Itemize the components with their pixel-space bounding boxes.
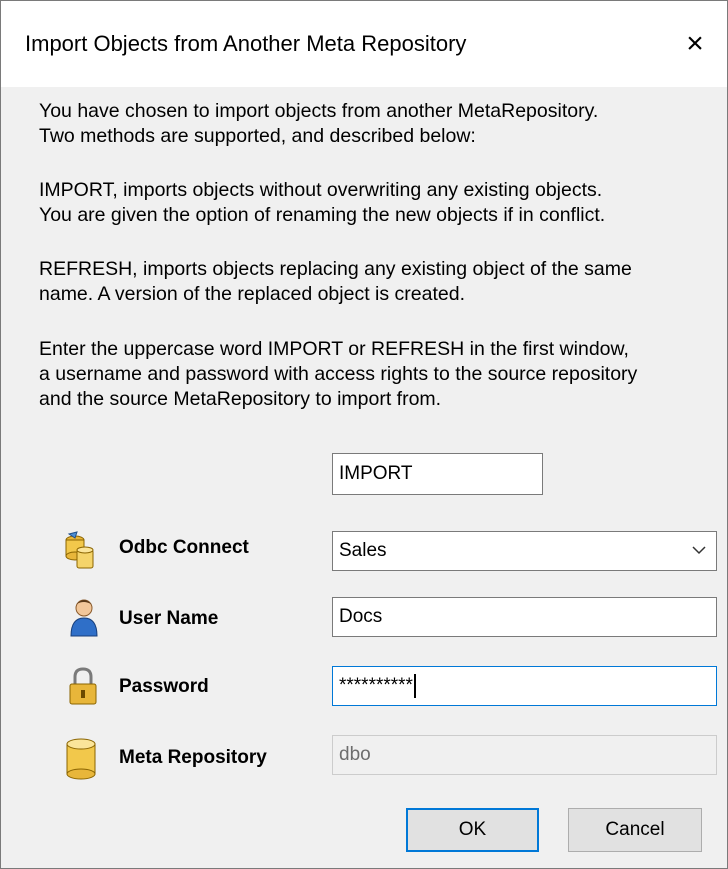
description-line: name. A version of the replaced object i… [39, 283, 466, 305]
lock-icon [69, 667, 97, 705]
password-value: ********** [339, 675, 413, 696]
description-line: IMPORT, imports objects without overwrit… [39, 179, 603, 201]
description-line: and the source MetaRepository to import … [39, 388, 442, 410]
meta-repository-label: Meta Repository [119, 747, 267, 768]
password-label: Password [119, 676, 209, 697]
import-dialog: Import Objects from Another Meta Reposit… [0, 0, 728, 869]
database-connect-icon [65, 531, 94, 569]
description-line: REFRESH, imports objects replacing any e… [39, 258, 632, 280]
odbc-connect-label: Odbc Connect [119, 537, 249, 558]
close-button[interactable]: × [667, 19, 723, 69]
description-line: You have chosen to import objects from a… [39, 100, 599, 122]
cancel-button[interactable]: Cancel [568, 808, 702, 852]
dialog-title: Import Objects from Another Meta Reposit… [25, 31, 467, 56]
meta-repository-input[interactable]: dbo [332, 735, 717, 775]
password-input[interactable]: ********** [332, 666, 717, 706]
database-icon [66, 738, 96, 780]
close-icon: × [686, 27, 704, 60]
odbc-connect-select[interactable]: Sales [332, 531, 717, 571]
title-bar: Import Objects from Another Meta Reposit… [1, 1, 727, 87]
mode-input[interactable]: IMPORT [332, 453, 543, 495]
user-name-input[interactable]: Docs [332, 597, 717, 637]
description-line: Enter the uppercase word IMPORT or REFRE… [39, 338, 629, 360]
description-line: Two methods are supported, and described… [39, 125, 476, 147]
text-cursor [413, 674, 416, 698]
user-icon [70, 599, 98, 637]
description-line: You are given the option of renaming the… [39, 204, 606, 226]
user-name-label: User Name [119, 608, 219, 629]
description-line: a username and password with access righ… [39, 363, 638, 385]
mode-input-value: IMPORT [339, 463, 413, 484]
odbc-connect-value: Sales [339, 540, 387, 561]
user-name-value: Docs [339, 606, 383, 627]
meta-repository-value: dbo [339, 744, 371, 765]
ok-button[interactable]: OK [406, 808, 539, 852]
chevron-down-icon [692, 546, 706, 555]
